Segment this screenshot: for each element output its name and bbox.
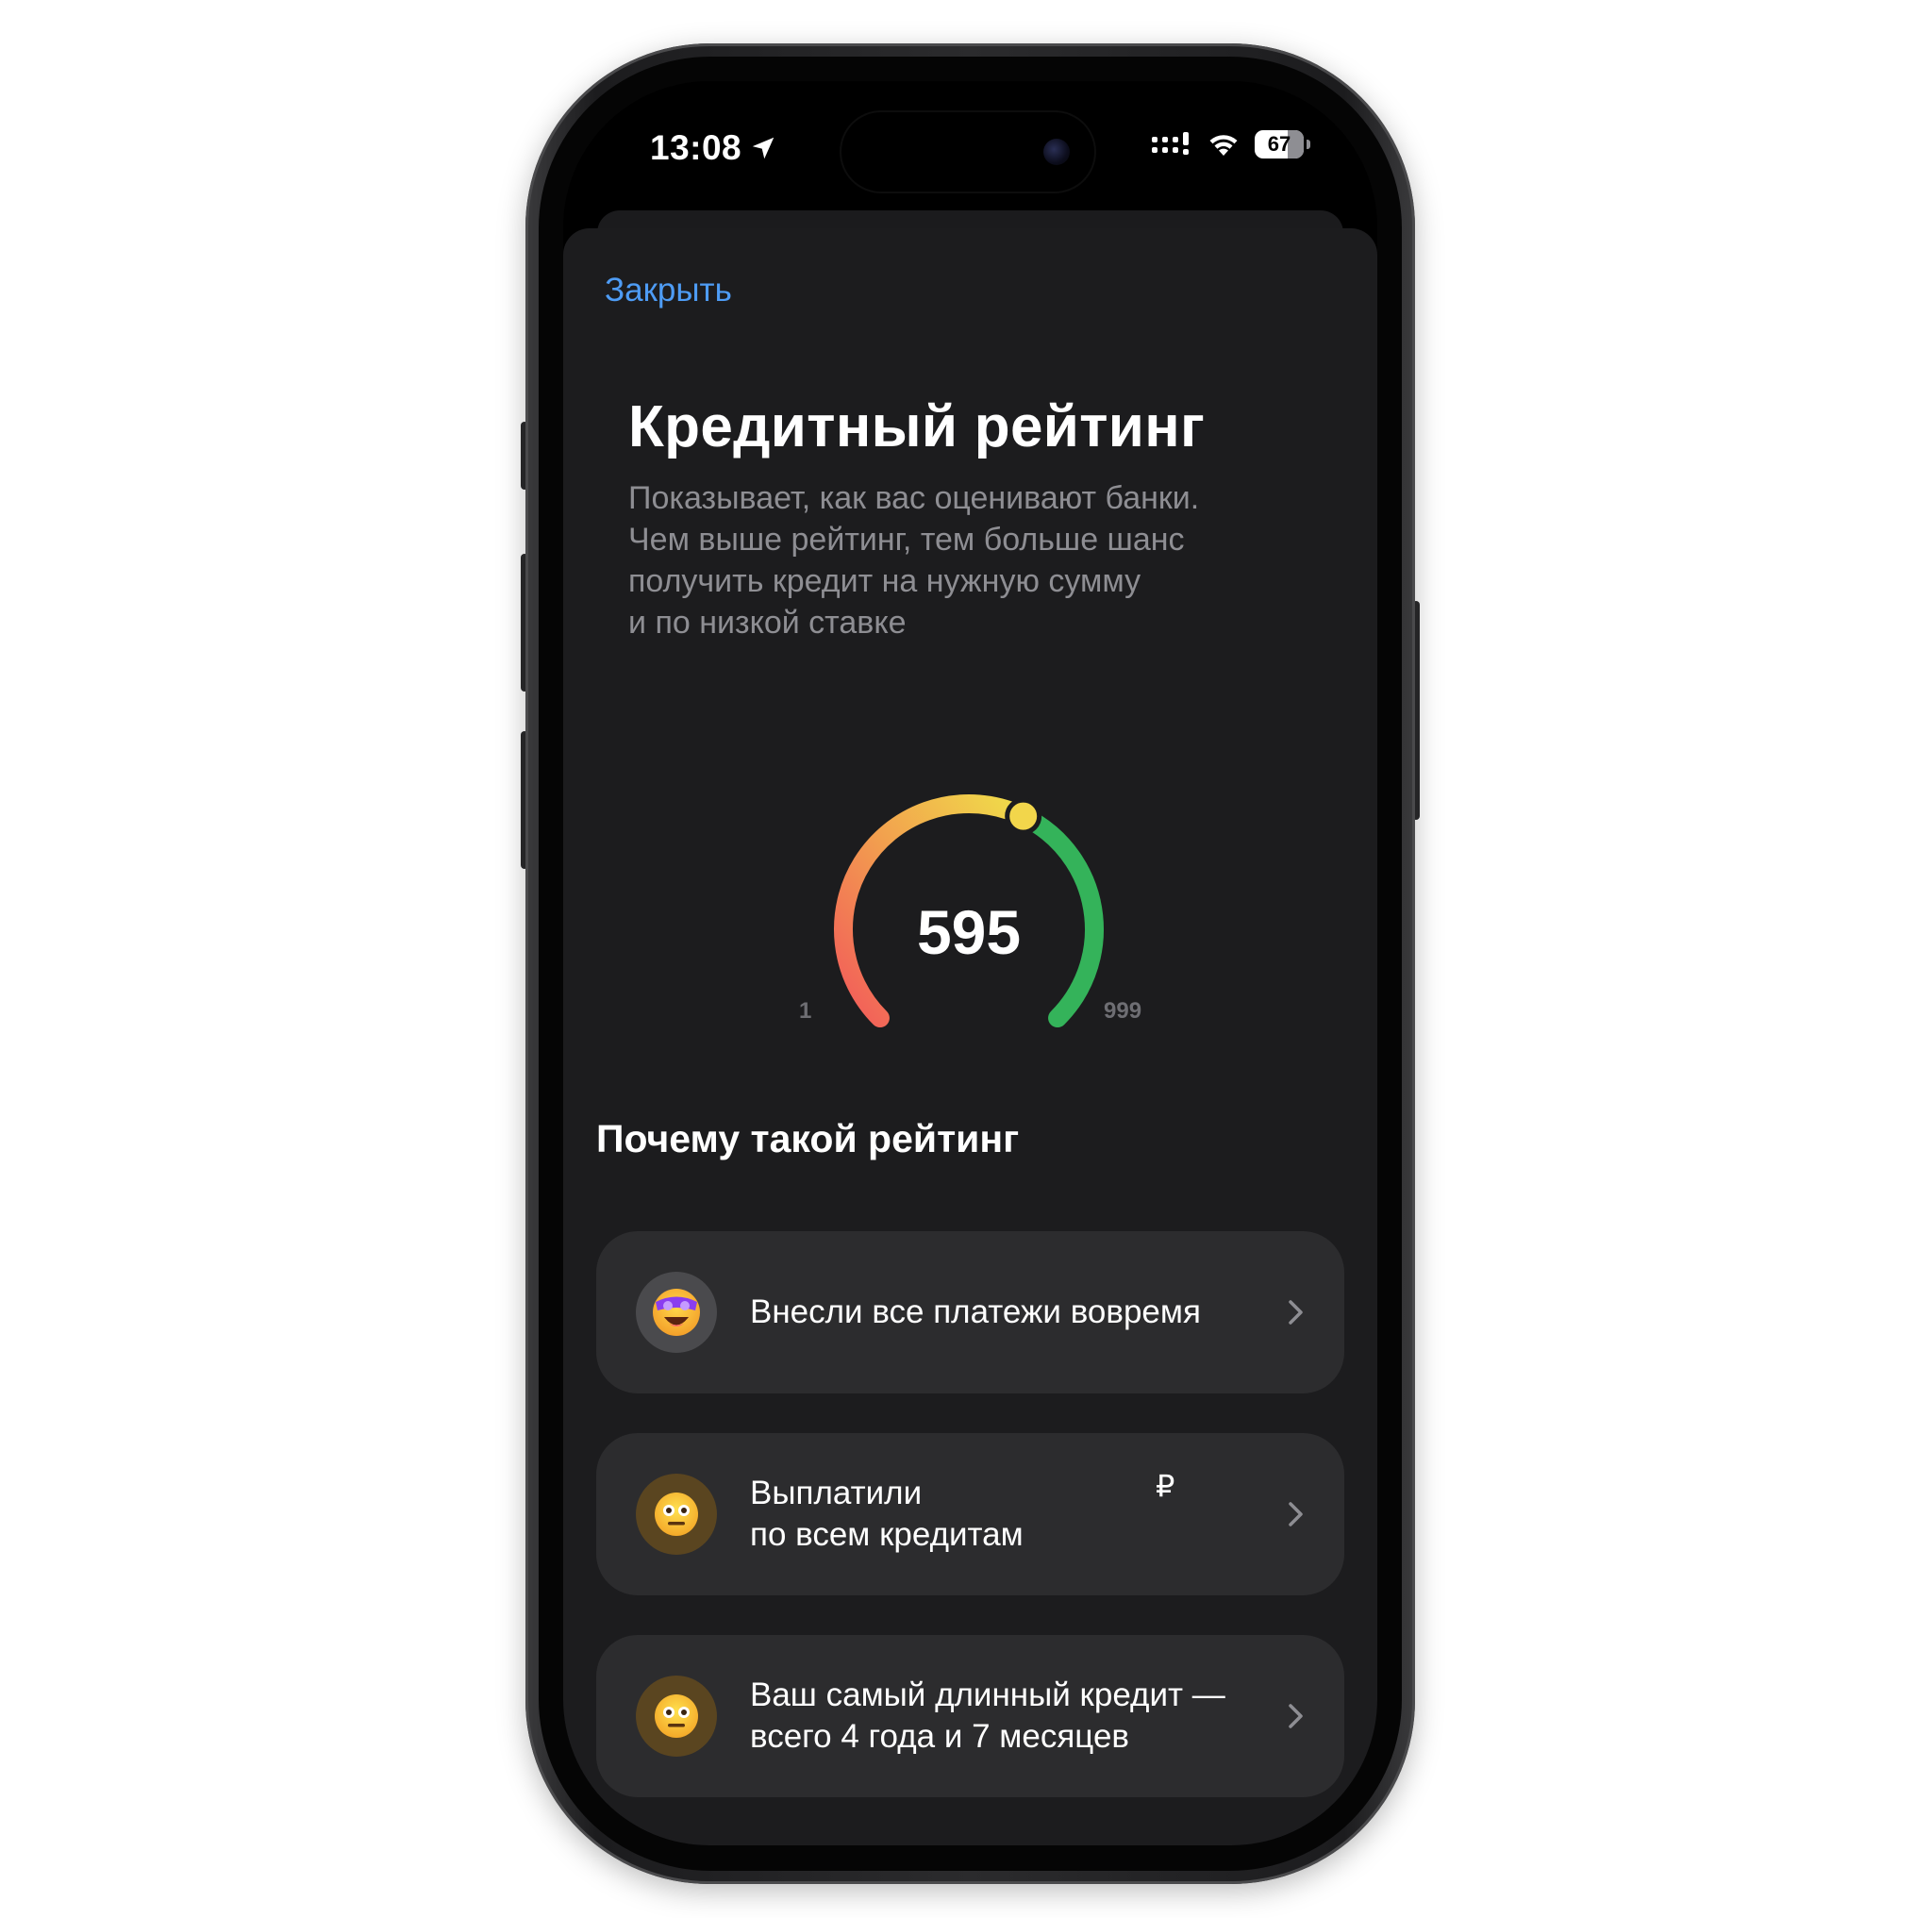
factor-text: Внесли все платежи вовремя — [750, 1231, 1259, 1393]
description-line: и по низкой ставке — [628, 605, 907, 641]
credit-score-gauge: 595 1 999 — [799, 776, 1142, 1040]
star-struck-emoji-icon — [653, 1289, 700, 1336]
stage: 13:08 67 Закрыть Кредитный рейтинг Показ… — [0, 0, 1932, 1918]
factor-card-longest-credit[interactable]: Ваш самый длинный кредит — всего 4 года … — [596, 1635, 1344, 1797]
factors-section-title: Почему такой рейтинг — [596, 1117, 1020, 1160]
description-line: Чем выше рейтинг, тем больше шанс — [628, 522, 1185, 558]
factor-line: Ваш самый длинный кредит — — [750, 1676, 1225, 1713]
ruble-sign: ₽ — [1156, 1468, 1175, 1504]
chevron-right-icon — [1289, 1704, 1303, 1728]
wifi-icon — [1209, 135, 1238, 156]
dynamic-island — [841, 112, 1094, 192]
factor-line: Выплатили — [750, 1475, 923, 1511]
chevron-right-icon — [1289, 1300, 1303, 1325]
gauge-knob — [1005, 797, 1042, 835]
factor-card-payments-on-time[interactable]: Внесли все платежи вовремя — [596, 1231, 1344, 1393]
cellular-signal-icon — [1152, 132, 1189, 155]
factor-card-paid-credits[interactable]: Выплатили по всем кредитам ₽ — [596, 1433, 1344, 1595]
factor-icon-badge — [636, 1676, 717, 1757]
battery-icon: 67 — [1255, 130, 1310, 158]
status-time: 13:08 — [650, 128, 777, 168]
page-title: Кредитный рейтинг — [628, 394, 1206, 459]
factor-icon-badge — [636, 1474, 717, 1555]
neutral-face-emoji-icon — [655, 1694, 698, 1738]
factor-text: Ваш самый длинный кредит — всего 4 года … — [750, 1635, 1259, 1797]
close-button[interactable]: Закрыть — [605, 272, 732, 309]
factor-line: по всем кредитам — [750, 1516, 1024, 1553]
description-line: получить кредит на нужную сумму — [628, 563, 1141, 599]
credit-rating-sheet: Закрыть Кредитный рейтинг Показывает, ка… — [563, 228, 1377, 1845]
factor-line: всего 4 года и 7 месяцев — [750, 1718, 1130, 1755]
factor-text: Выплатили по всем кредитам — [750, 1433, 1259, 1595]
status-indicators: 67 — [1151, 130, 1310, 158]
battery-level: 67 — [1267, 132, 1291, 156]
front-camera-icon — [1043, 139, 1070, 165]
gauge-max-label: 999 — [1104, 998, 1142, 1024]
factor-icon-badge — [636, 1272, 717, 1353]
phone-screen: 13:08 67 Закрыть Кредитный рейтинг Показ… — [563, 81, 1377, 1845]
status-time-text: 13:08 — [650, 128, 742, 167]
page-description: Показывает, как вас оценивают банки. Чем… — [628, 477, 1307, 643]
credit-score-value: 595 — [916, 897, 1022, 967]
description-line: Показывает, как вас оценивают банки. — [628, 480, 1200, 516]
neutral-face-emoji-icon — [655, 1493, 698, 1536]
chevron-right-icon — [1289, 1502, 1303, 1526]
gauge-min-label: 1 — [799, 998, 812, 1024]
factor-line: Внесли все платежи вовремя — [750, 1293, 1201, 1330]
location-arrow-icon — [752, 137, 774, 159]
